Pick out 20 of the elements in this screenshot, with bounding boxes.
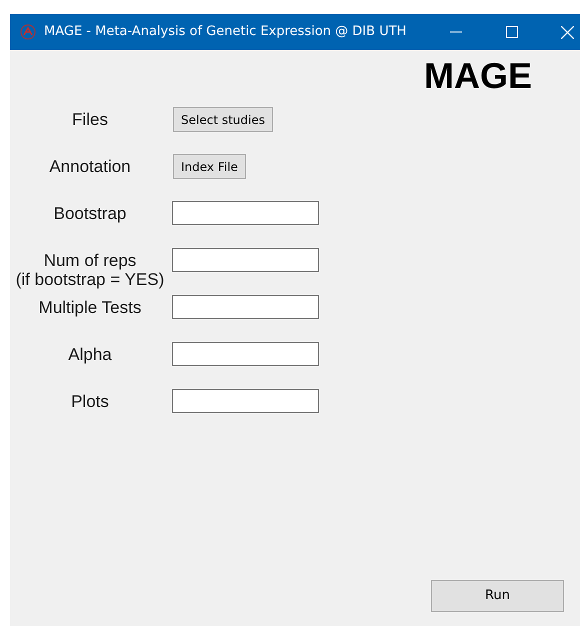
input-field[interactable] bbox=[172, 342, 319, 366]
maximize-icon[interactable] bbox=[506, 26, 518, 38]
window-title: MAGE - Meta-Analysis of Genetic Expression @ DIB UTH bbox=[44, 23, 406, 42]
field-label: Bootstrap bbox=[52, 204, 128, 223]
run-button[interactable]: Run bbox=[431, 580, 564, 612]
field-label: Multiple Tests bbox=[38, 298, 142, 317]
field-label: Annotation bbox=[48, 157, 132, 176]
file-button[interactable]: Index File bbox=[173, 154, 246, 179]
close-icon[interactable] bbox=[561, 26, 574, 38]
app-heading: MAGE bbox=[424, 56, 532, 96]
file-button[interactable]: Select studies bbox=[173, 107, 273, 132]
input-field[interactable] bbox=[172, 389, 319, 413]
input-field[interactable] bbox=[172, 295, 319, 319]
field-label: Files bbox=[71, 110, 109, 129]
field-label: Alpha bbox=[67, 345, 113, 364]
input-field[interactable] bbox=[172, 248, 319, 272]
app-icon bbox=[20, 24, 36, 40]
field-label: Num of reps (if bootstrap = YES) bbox=[14, 251, 166, 289]
field-label: Plots bbox=[70, 392, 110, 411]
input-field[interactable] bbox=[172, 201, 319, 225]
